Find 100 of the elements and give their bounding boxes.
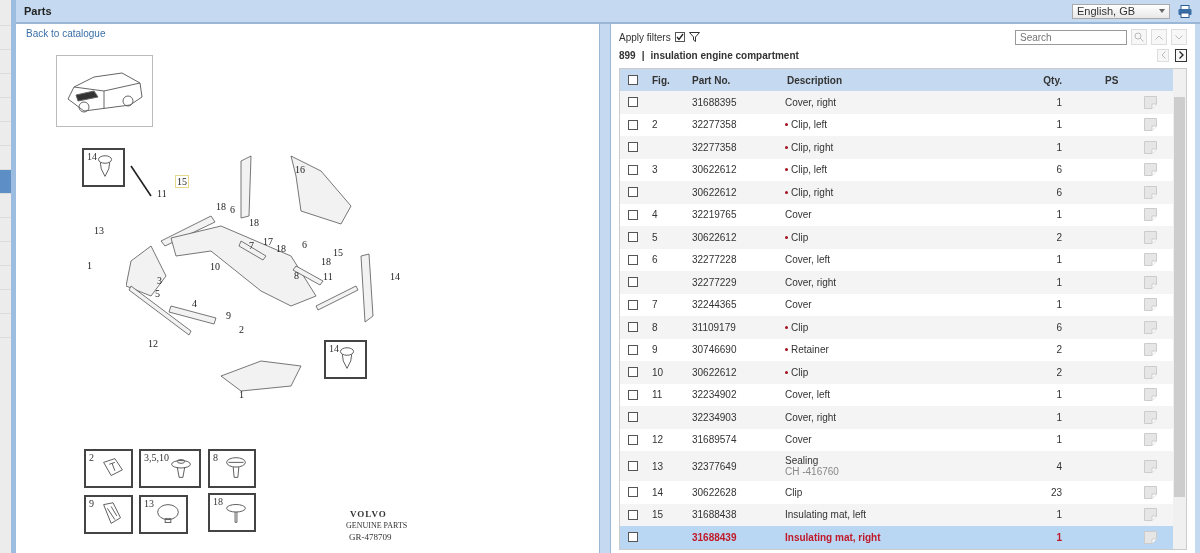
row-checkbox[interactable] <box>628 164 638 175</box>
row-checkbox[interactable] <box>628 461 638 471</box>
quantity-cell-text: 1 <box>1055 119 1063 131</box>
apply-filters-checkbox[interactable] <box>674 32 685 42</box>
row-checkbox[interactable] <box>628 509 638 520</box>
previous-group-button[interactable] <box>1157 48 1169 62</box>
row-checkbox[interactable] <box>628 277 638 288</box>
document-icon[interactable] <box>1144 163 1157 177</box>
callout-number[interactable]: 6 <box>302 239 307 250</box>
row-checkbox[interactable] <box>628 232 638 243</box>
nav-item[interactable] <box>0 170 11 194</box>
callout-number[interactable]: 12 <box>148 338 158 349</box>
document-icon[interactable] <box>1144 343 1157 357</box>
fig-cell-text: 14 <box>651 486 665 498</box>
part-row[interactable]: 15 31688438 Insulating mat, left 1 <box>620 503 1173 526</box>
document-icon[interactable] <box>1144 230 1157 244</box>
document-icon[interactable] <box>1144 185 1157 199</box>
callout-number[interactable]: 17 <box>263 236 273 247</box>
part-row[interactable]: 32234903 Cover, right 1 <box>620 406 1173 429</box>
document-icon[interactable] <box>1144 118 1157 132</box>
document-icon[interactable] <box>1144 388 1157 402</box>
part-row[interactable]: 32277229 Cover, right 1 <box>620 271 1173 294</box>
document-icon[interactable] <box>1144 275 1157 289</box>
callout-number[interactable]: 3 <box>157 275 162 286</box>
select-all-checkbox[interactable] <box>628 75 638 85</box>
callout-number[interactable]: 16 <box>295 164 305 175</box>
row-checkbox[interactable] <box>628 367 638 378</box>
row-checkbox[interactable] <box>628 142 638 153</box>
document-icon[interactable] <box>1144 459 1157 473</box>
row-checkbox[interactable] <box>628 187 638 198</box>
callout-number[interactable]: 14 <box>390 271 400 282</box>
callout-number[interactable]: 11 <box>157 188 167 199</box>
callout-number[interactable]: 18 <box>216 201 226 212</box>
back-link[interactable]: Back to catalogue <box>16 24 116 43</box>
part-row[interactable]: 31688395 Cover, right 1 <box>620 91 1173 114</box>
row-checkbox[interactable] <box>628 119 638 130</box>
row-checkbox[interactable] <box>628 344 638 355</box>
language-select[interactable]: English, GB <box>1072 3 1170 19</box>
column-header[interactable]: Qty. <box>998 74 1068 86</box>
part-number-cell-text: 30746690 <box>691 344 738 356</box>
scrollbar-thumb[interactable] <box>1174 97 1185 497</box>
row-checkbox[interactable] <box>628 487 638 498</box>
document-icon[interactable] <box>1144 140 1157 154</box>
callout-number[interactable]: 2 <box>239 324 244 335</box>
row-checkbox[interactable] <box>628 97 638 108</box>
document-icon[interactable] <box>1144 530 1157 544</box>
row-checkbox[interactable] <box>628 412 638 423</box>
search-field[interactable]: Search <box>1015 29 1127 45</box>
callout-number[interactable]: 9 <box>226 310 231 321</box>
callout-number[interactable]: 10 <box>210 261 220 272</box>
column-header[interactable]: Fig. <box>646 74 686 86</box>
row-checkbox[interactable] <box>628 434 638 445</box>
document-icon[interactable] <box>1144 410 1157 424</box>
document-icon[interactable] <box>1144 508 1157 522</box>
document-icon[interactable] <box>1144 253 1157 267</box>
document-icon[interactable] <box>1144 433 1157 447</box>
part-row[interactable]: 30622612 Clip, right 6 <box>620 181 1173 204</box>
document-icon[interactable] <box>1144 208 1157 222</box>
column-header[interactable]: Part No. <box>686 74 781 86</box>
previous-match-button[interactable] <box>1151 29 1167 45</box>
part-row[interactable]: 5 30622612 Clip 2 <box>620 226 1173 249</box>
column-header[interactable]: PS <box>1068 74 1128 86</box>
row-checkbox[interactable] <box>628 532 638 543</box>
part-row[interactable]: 10 30622612 Clip 2 <box>620 361 1173 384</box>
callout-number[interactable]: 6 <box>230 204 235 215</box>
document-icon[interactable] <box>1144 298 1157 312</box>
callout-number[interactable]: 18 <box>276 243 286 254</box>
part-row[interactable]: 32277358 Clip, right 1 <box>620 136 1173 159</box>
callout-number[interactable]: 13 <box>94 225 104 236</box>
part-row[interactable]: 8 31109179 Clip 6 <box>620 316 1173 339</box>
document-icon[interactable] <box>1144 365 1157 379</box>
document-icon[interactable] <box>1144 485 1157 499</box>
search-button[interactable] <box>1131 29 1147 45</box>
next-group-button[interactable] <box>1175 48 1187 62</box>
part-row[interactable]: 13 32377649 Sealing CH -416760 4 <box>620 451 1173 481</box>
row-checkbox[interactable] <box>628 389 638 400</box>
description-cell: Cover <box>785 434 812 446</box>
row-checkbox[interactable] <box>628 209 638 220</box>
callout-number[interactable]: 18 <box>249 217 259 228</box>
callout-number[interactable]: 7 <box>249 240 254 251</box>
document-icon[interactable] <box>1144 95 1157 109</box>
print-icon[interactable] <box>1178 4 1192 18</box>
quantity-cell-text: 2 <box>1055 231 1063 243</box>
callout-number[interactable]: 5 <box>155 288 160 299</box>
callout-number[interactable]: 15 <box>333 247 343 258</box>
callout-number[interactable]: 8 <box>294 270 299 281</box>
part-row[interactable]: 31688439 Insulating mat, right 1 <box>620 526 1173 549</box>
callout-number[interactable]: 1 <box>239 389 244 400</box>
callout-number[interactable]: 18 <box>321 256 331 267</box>
callout-number[interactable]: 15 <box>175 175 189 188</box>
column-header[interactable]: Description <box>781 74 998 86</box>
row-checkbox[interactable] <box>628 254 638 265</box>
callout-number[interactable]: 4 <box>192 298 197 309</box>
document-icon[interactable] <box>1144 320 1157 334</box>
scrollbar[interactable] <box>1173 69 1186 549</box>
callout-number[interactable]: 1 <box>87 260 92 271</box>
row-checkbox[interactable] <box>628 322 638 333</box>
row-checkbox[interactable] <box>628 299 638 310</box>
filter-icon[interactable] <box>688 32 700 42</box>
callout-number[interactable]: 11 <box>323 271 333 282</box>
